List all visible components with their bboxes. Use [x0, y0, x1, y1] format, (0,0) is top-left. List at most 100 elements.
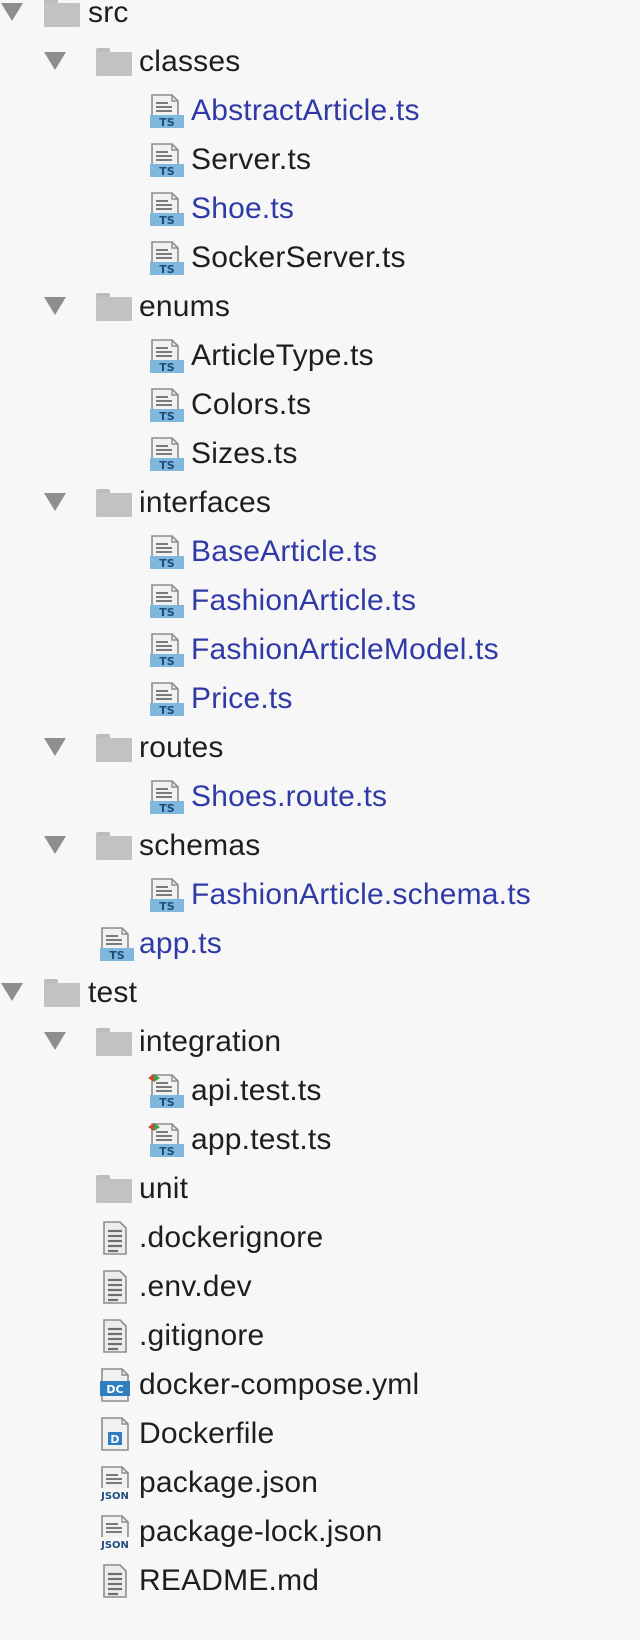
tree-file-price-ts[interactable]: TS Price.ts	[0, 673, 640, 724]
text-file-icon	[96, 1220, 136, 1256]
file-name: .dockerignore	[139, 1221, 324, 1254]
file-name: package.json	[139, 1466, 319, 1499]
tree-file-fashionarticle-schema-ts[interactable]: TS FashionArticle.schema.ts	[0, 869, 640, 920]
docker-compose-file-icon: DC	[96, 1367, 136, 1403]
folder-icon	[96, 734, 132, 762]
text-file-icon	[96, 1269, 136, 1305]
svg-text:TS: TS	[159, 214, 175, 227]
ts-file-icon: TS	[146, 93, 186, 129]
tree-file-gitignore[interactable]: .gitignore	[0, 1310, 640, 1361]
tree-folder-src[interactable]: src	[0, 0, 640, 38]
folder-name: test	[88, 976, 138, 1009]
json-file-icon: JSON	[96, 1465, 136, 1502]
tree-file-dockerfile[interactable]: D Dockerfile	[0, 1408, 640, 1459]
text-file-icon	[96, 1563, 136, 1599]
file-name: app.test.ts	[191, 1123, 332, 1156]
tree-file-api-test-ts[interactable]: TS api.test.ts	[0, 1065, 640, 1116]
ts-file-icon: TS	[146, 142, 186, 178]
tree-file-sizes-ts[interactable]: TS Sizes.ts	[0, 428, 640, 479]
tree-file-dockerignore[interactable]: .dockerignore	[0, 1212, 640, 1263]
file-name: Colors.ts	[191, 388, 312, 421]
folder-icon	[96, 1175, 132, 1203]
ts-file-icon: TS	[146, 191, 186, 227]
expand-arrow-icon[interactable]	[44, 1032, 66, 1050]
tree-file-app-test-ts[interactable]: TS app.test.ts	[0, 1114, 640, 1165]
svg-text:TS: TS	[159, 263, 175, 276]
folder-name: interfaces	[139, 486, 272, 519]
expand-arrow-icon[interactable]	[44, 493, 66, 511]
folder-icon	[96, 832, 132, 860]
tree-file-docker-compose-yml[interactable]: DC docker-compose.yml	[0, 1359, 640, 1410]
tree-file-app-ts[interactable]: TS app.ts	[0, 918, 640, 969]
expand-arrow-icon[interactable]	[44, 297, 66, 315]
svg-text:TS: TS	[159, 704, 175, 717]
folder-name: routes	[139, 731, 224, 764]
ts-file-icon: TS	[146, 632, 186, 668]
tree-folder-routes[interactable]: routes	[0, 722, 640, 773]
expand-arrow-icon[interactable]	[44, 836, 66, 854]
file-name: Shoe.ts	[191, 192, 295, 225]
folder-name: enums	[139, 290, 231, 323]
file-name: Sizes.ts	[191, 437, 298, 470]
json-file-icon: JSON	[96, 1514, 136, 1551]
tree-file-fashionarticle-ts[interactable]: TS FashionArticle.ts	[0, 575, 640, 626]
tree-file-fashionarticlemodel-ts[interactable]: TS FashionArticleModel.ts	[0, 624, 640, 675]
tree-file-basearticle-ts[interactable]: TS BaseArticle.ts	[0, 526, 640, 577]
svg-text:TS: TS	[159, 606, 175, 619]
expand-arrow-icon[interactable]	[1, 3, 23, 21]
tree-folder-schemas[interactable]: schemas	[0, 820, 640, 871]
ts-file-icon: TS	[146, 877, 186, 913]
tree-folder-unit[interactable]: unit	[0, 1163, 640, 1214]
tree-file-package-json[interactable]: JSON package.json	[0, 1457, 640, 1508]
tree-file-colors-ts[interactable]: TS Colors.ts	[0, 379, 640, 430]
file-name: ArticleType.ts	[191, 339, 374, 372]
expand-arrow-icon[interactable]	[44, 738, 66, 756]
expand-arrow-icon[interactable]	[1, 983, 23, 1001]
tree-file-articletype-ts[interactable]: TS ArticleType.ts	[0, 330, 640, 381]
ts-test-file-icon: TS	[146, 1122, 186, 1158]
tree-folder-integration[interactable]: integration	[0, 1016, 640, 1067]
tree-file-env-dev[interactable]: .env.dev	[0, 1261, 640, 1312]
file-name: AbstractArticle.ts	[191, 94, 420, 127]
ts-file-icon: TS	[146, 534, 186, 570]
file-name: BaseArticle.ts	[191, 535, 378, 568]
tree-file-abstractarticle-ts[interactable]: TS AbstractArticle.ts	[0, 85, 640, 136]
file-name: .env.dev	[139, 1270, 252, 1303]
file-name: .gitignore	[139, 1319, 265, 1352]
tree-file-readme-md[interactable]: README.md	[0, 1555, 640, 1606]
svg-text:TS: TS	[159, 165, 175, 178]
ts-file-icon: TS	[146, 583, 186, 619]
project-file-tree: src classes TS AbstractArticle.ts TS Server.t…	[0, 0, 640, 1640]
folder-name: src	[88, 0, 129, 29]
svg-text:DC: DC	[106, 1383, 123, 1396]
tree-file-sockerserver-ts[interactable]: TS SockerServer.ts	[0, 232, 640, 283]
expand-arrow-icon[interactable]	[44, 52, 66, 70]
tree-file-package-lock-json[interactable]: JSON package-lock.json	[0, 1506, 640, 1557]
svg-text:TS: TS	[159, 900, 175, 913]
file-name: Shoes.route.ts	[191, 780, 388, 813]
folder-icon	[96, 1028, 132, 1056]
svg-text:TS: TS	[109, 949, 125, 962]
file-name: app.ts	[139, 927, 222, 960]
svg-text:TS: TS	[159, 410, 175, 423]
folder-name: classes	[139, 45, 241, 78]
svg-text:D: D	[110, 1433, 119, 1446]
svg-text:TS: TS	[159, 459, 175, 472]
tree-folder-interfaces[interactable]: interfaces	[0, 477, 640, 528]
folder-icon	[96, 489, 132, 517]
folder-name: integration	[139, 1025, 282, 1058]
svg-text:TS: TS	[159, 802, 175, 815]
tree-folder-enums[interactable]: enums	[0, 281, 640, 332]
svg-text:TS: TS	[159, 116, 175, 129]
folder-icon	[44, 0, 80, 27]
tree-file-shoe-ts[interactable]: TS Shoe.ts	[0, 183, 640, 234]
tree-file-shoes-route-ts[interactable]: TS Shoes.route.ts	[0, 771, 640, 822]
file-name: docker-compose.yml	[139, 1368, 420, 1401]
svg-text:TS: TS	[159, 655, 175, 668]
tree-folder-test[interactable]: test	[0, 967, 640, 1018]
tree-folder-classes[interactable]: classes	[0, 36, 640, 87]
folder-name: schemas	[139, 829, 261, 862]
svg-text:TS: TS	[159, 1096, 175, 1109]
tree-file-server-ts[interactable]: TS Server.ts	[0, 134, 640, 185]
svg-text:JSON: JSON	[100, 1540, 129, 1550]
